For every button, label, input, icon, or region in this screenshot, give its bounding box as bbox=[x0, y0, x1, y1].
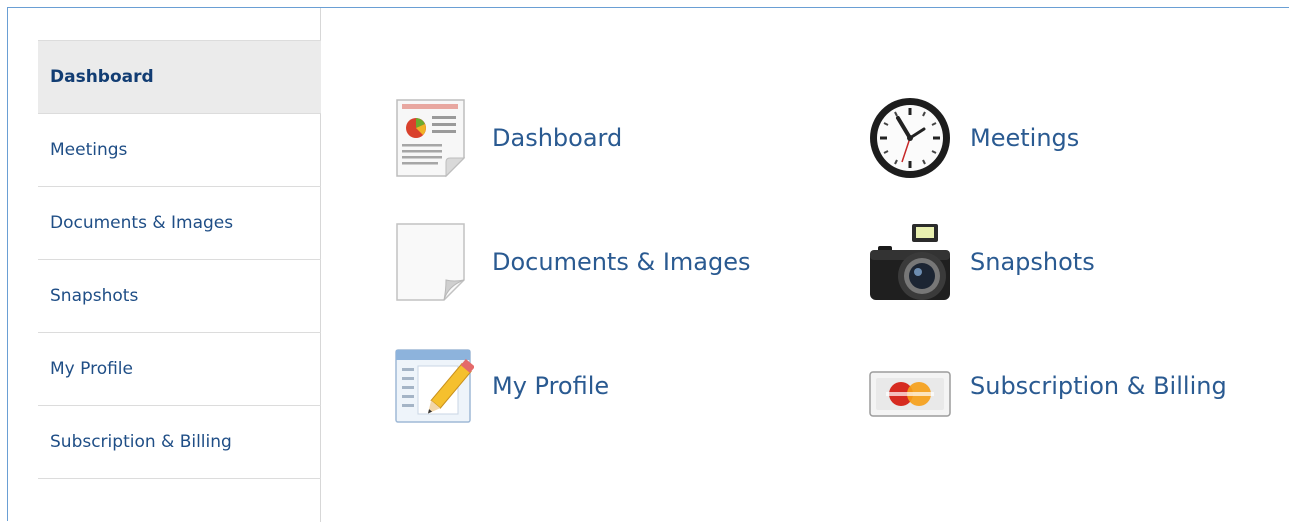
sidebar-item-label: Meetings bbox=[50, 140, 128, 160]
blank-page-icon bbox=[394, 220, 474, 304]
sidebar-item-documents-images[interactable]: Documents & Images bbox=[38, 187, 321, 260]
tile-label: My Profile bbox=[492, 372, 610, 400]
tile-label: Subscription & Billing bbox=[970, 372, 1227, 400]
credit-card-icon bbox=[868, 344, 952, 428]
sidebar-item-subscription-billing[interactable]: Subscription & Billing bbox=[38, 406, 321, 479]
edit-form-icon bbox=[394, 344, 474, 428]
tile-label: Documents & Images bbox=[492, 248, 751, 276]
sidebar-item-my-profile[interactable]: My Profile bbox=[38, 333, 321, 406]
sidebar-item-label: My Profile bbox=[50, 359, 133, 379]
report-document-icon bbox=[394, 96, 474, 180]
tile-label: Dashboard bbox=[492, 124, 623, 152]
tile-label: Snapshots bbox=[970, 248, 1095, 276]
tile-meetings[interactable]: Meetings bbox=[868, 96, 1079, 180]
sidebar-item-label: Subscription & Billing bbox=[50, 432, 232, 452]
app-frame: Dashboard Meetings Documents & Images Sn… bbox=[7, 7, 1289, 522]
sidebar-item-label: Snapshots bbox=[50, 286, 139, 306]
sidebar-item-snapshots[interactable]: Snapshots bbox=[38, 260, 321, 333]
camera-icon bbox=[868, 220, 952, 304]
tile-subscription-billing[interactable]: Subscription & Billing bbox=[868, 344, 1227, 428]
sidebar-item-dashboard[interactable]: Dashboard bbox=[38, 41, 321, 114]
sidebar-item-label: Documents & Images bbox=[50, 213, 234, 233]
sidebar-nav: Dashboard Meetings Documents & Images Sn… bbox=[38, 40, 321, 479]
clock-icon bbox=[868, 96, 952, 180]
sidebar-item-meetings[interactable]: Meetings bbox=[38, 114, 321, 187]
sidebar: Dashboard Meetings Documents & Images Sn… bbox=[21, 8, 321, 522]
tile-label: Meetings bbox=[970, 124, 1080, 152]
tile-dashboard[interactable]: Dashboard bbox=[394, 96, 622, 180]
tile-my-profile[interactable]: My Profile bbox=[394, 344, 609, 428]
sidebar-item-label: Dashboard bbox=[50, 67, 154, 87]
tile-snapshots[interactable]: Snapshots bbox=[868, 220, 1095, 304]
tile-documents-images[interactable]: Documents & Images bbox=[394, 220, 750, 304]
